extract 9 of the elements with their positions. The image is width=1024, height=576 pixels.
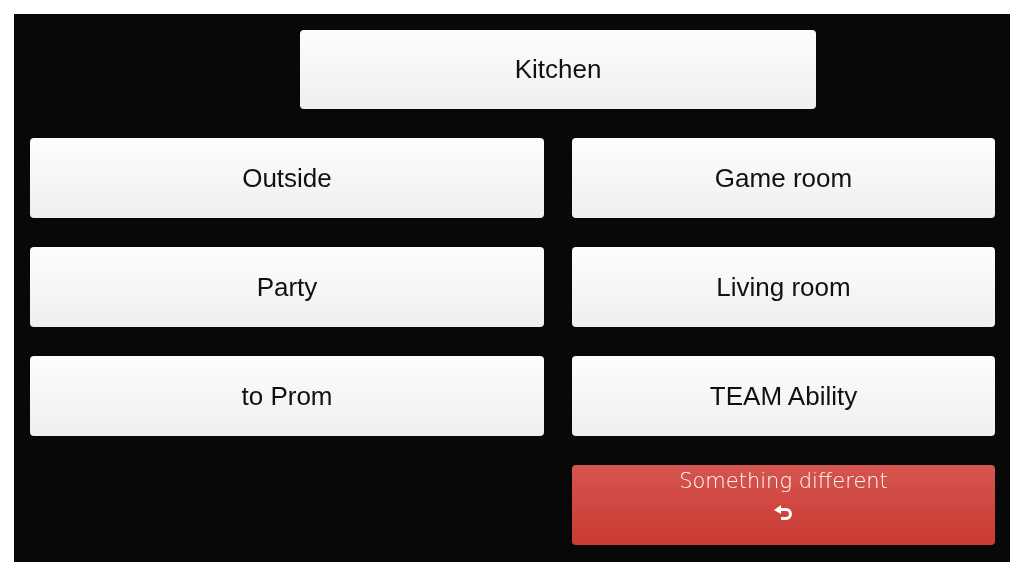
return-arrow-icon — [773, 505, 794, 521]
room-button[interactable]: Party — [30, 247, 544, 327]
room-button[interactable]: Game room — [572, 138, 995, 218]
kitchen-button[interactable]: Kitchen — [300, 30, 816, 109]
room-button[interactable]: to Prom — [30, 356, 544, 436]
room-button[interactable]: Living room — [572, 247, 995, 327]
room-button[interactable]: TEAM Ability — [572, 356, 995, 436]
room-button[interactable]: Outside — [30, 138, 544, 218]
back-button[interactable]: Something different — [572, 465, 995, 545]
